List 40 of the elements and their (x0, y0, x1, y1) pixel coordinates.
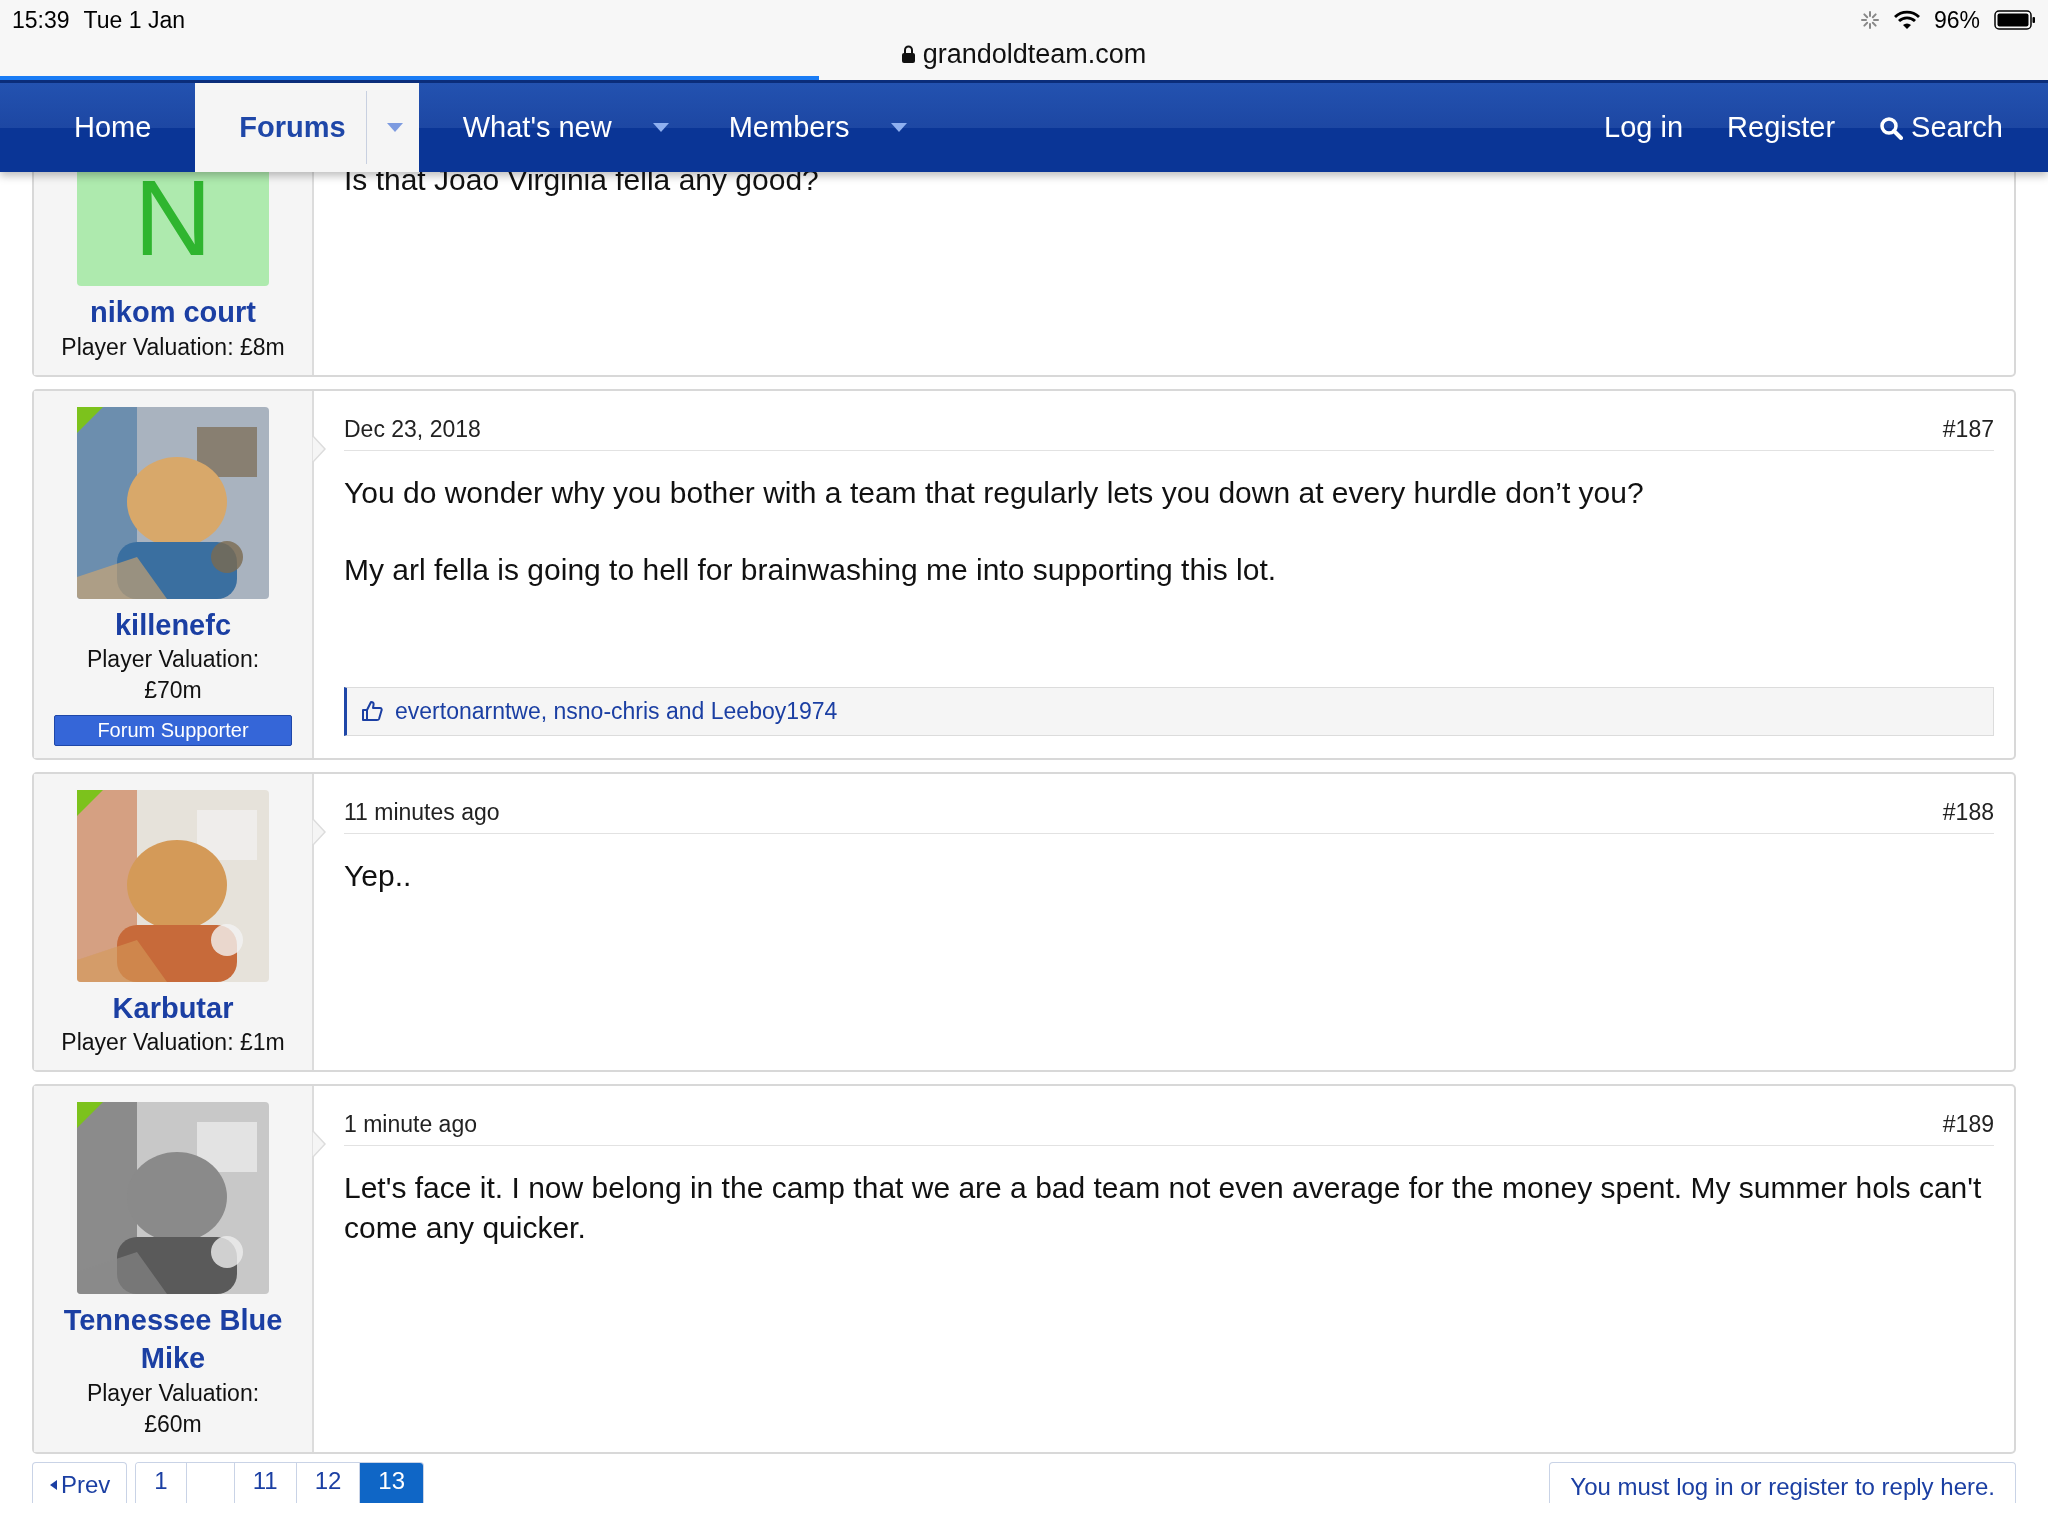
post-number[interactable]: #189 (1942, 1111, 1994, 1139)
status-time: 15:39 (12, 6, 70, 34)
page-button[interactable]: 13 (359, 1462, 424, 1503)
search-link[interactable]: Search (1879, 111, 2003, 144)
nav-link[interactable]: Register (1727, 111, 1836, 144)
caret-icon (49, 1479, 57, 1490)
battery-icon (1994, 10, 2036, 30)
player-valuation: Player Valuation: £70m (85, 645, 261, 706)
prev-page-button[interactable]: Prev (32, 1461, 128, 1503)
nav-tab[interactable]: Members (684, 83, 923, 172)
wifi-icon (1893, 10, 1920, 30)
post-text: My arl fella is going to hell for brainwashing me into supporting this lot. (344, 552, 1278, 589)
lock-icon (901, 45, 915, 63)
username-link[interactable]: Tennessee Blue Mike (46, 1302, 300, 1378)
address-url[interactable]: grandoldteam.com (922, 38, 1147, 70)
nav-tab[interactable]: Forums (195, 83, 419, 172)
battery-percent: 96% (1933, 6, 1980, 34)
thumbs-up-icon (361, 700, 383, 722)
player-valuation: Player Valuation: £1m (61, 1028, 285, 1058)
nav-link[interactable]: Log in (1604, 111, 1684, 144)
player-valuation: Player Valuation: £8m (61, 332, 285, 362)
status-date: Tue 1 Jan (83, 6, 185, 34)
post-date[interactable]: 11 minutes ago (344, 798, 500, 826)
user-banner: Forum Supporter (54, 714, 292, 746)
post-text: You do wonder why you bother with a team that regularly lets you down at every hurdle don’t you? (344, 474, 1645, 511)
username-link[interactable]: nikom court (90, 294, 256, 332)
reaction-users[interactable]: evertonarntwe, nsno-chris and Leeboy1974 (395, 697, 838, 725)
username-link[interactable]: killenefc (114, 606, 232, 645)
player-valuation: Player Valuation: £60m (85, 1378, 261, 1439)
post-text: Let's face it. I now belong in the camp that we are a bad team not even average for the money spent. My summer hols can't come any quicker. (344, 1170, 1983, 1246)
nav-tab[interactable]: What's new (418, 83, 685, 172)
post-date[interactable]: 1 minute ago (344, 1111, 477, 1139)
reply-notice-link[interactable]: You must log in or register to reply here. (1549, 1461, 2016, 1503)
loading-icon (1859, 10, 1880, 30)
post-number[interactable]: #187 (1942, 415, 1994, 443)
post-text: Yep.. (344, 857, 413, 894)
username-link[interactable]: Karbutar (112, 989, 234, 1028)
search-icon (1879, 115, 1904, 140)
post-date[interactable]: Dec 23, 2018 (344, 415, 481, 443)
post-number[interactable]: #188 (1942, 798, 1994, 826)
